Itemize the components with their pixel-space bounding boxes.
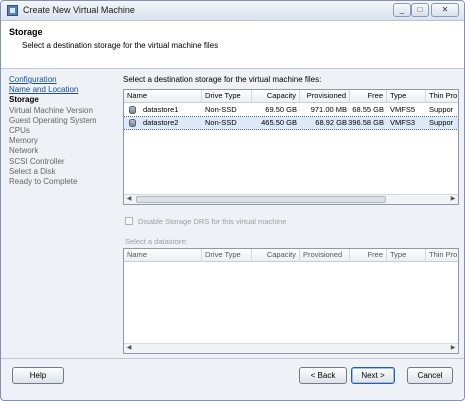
scroll-right-icon[interactable]: ▶	[448, 195, 458, 204]
datastore-horizontal-scrollbar[interactable]: ◀ ▶	[124, 343, 458, 353]
storage-instruction: Select a destination storage for the vir…	[123, 75, 322, 84]
wizard-header: Storage Select a destination storage for…	[1, 21, 464, 69]
step-cpus: CPUs	[9, 125, 30, 135]
column-header-provisioned[interactable]: Provisioned	[300, 249, 350, 262]
minimize-icon: _	[399, 5, 405, 14]
step-configuration[interactable]: Configuration	[9, 75, 119, 85]
column-header-capacity[interactable]: Capacity	[252, 249, 300, 262]
cell-name: datastore1	[143, 105, 179, 114]
maximize-button[interactable]: □	[411, 3, 429, 17]
table-row-selected[interactable]: datastore2 Non-SSD 465.50 GB 68.92 GB 39…	[124, 116, 458, 130]
column-header-type[interactable]: Type	[387, 249, 426, 262]
cell-thin: Suppor	[429, 105, 454, 114]
select-datastore-label: Select a datastore:	[125, 237, 188, 246]
storage-table-header: Name Drive Type Capacity Provisioned Fre…	[124, 90, 458, 103]
page-subtitle: Select a destination storage for the vir…	[22, 41, 219, 50]
scroll-right-icon[interactable]: ▶	[448, 344, 458, 353]
datastore-table: Name Drive Type Capacity Provisioned Fre…	[123, 248, 459, 354]
help-button[interactable]: Help	[12, 367, 64, 384]
column-header-thin[interactable]: Thin Pro	[426, 90, 458, 103]
cell-provisioned: 971.00 MB	[310, 105, 347, 114]
cell-type: VMFS5	[390, 105, 416, 114]
cell-name: datastore2	[143, 118, 179, 127]
column-header-free[interactable]: Free	[350, 249, 387, 262]
disable-sdrs-option: Disable Storage DRS for this virtual mac…	[125, 217, 286, 226]
cell-type: VMFS3	[390, 118, 416, 127]
page-title: Storage	[9, 27, 43, 37]
cancel-button[interactable]: Cancel	[407, 367, 453, 384]
disable-sdrs-label: Disable Storage DRS for this virtual mac…	[138, 217, 287, 226]
cell-free: 396.58 GB	[348, 118, 384, 127]
scroll-left-icon[interactable]: ◀	[124, 344, 134, 353]
next-button[interactable]: Next >	[351, 367, 395, 384]
cell-thin: Suppor	[429, 118, 454, 127]
column-header-name[interactable]: Name	[124, 249, 202, 262]
column-header-drive-type[interactable]: Drive Type	[202, 249, 252, 262]
datastore-icon	[129, 119, 136, 127]
step-guest-os: Guest Operating System	[9, 115, 97, 125]
cell-capacity: 465.50 GB	[261, 118, 297, 127]
storage-horizontal-scrollbar[interactable]: ◀ ▶	[124, 194, 458, 204]
scrollbar-thumb[interactable]	[136, 196, 386, 203]
cell-drive-type: Non-SSD	[205, 118, 237, 127]
column-header-provisioned[interactable]: Provisioned	[300, 90, 350, 103]
cell-capacity: 69.50 GB	[265, 105, 297, 114]
minimize-button[interactable]: _	[393, 3, 411, 17]
datastore-icon	[129, 106, 136, 114]
step-scsi-controller: SCSI Controller	[9, 156, 65, 166]
back-button[interactable]: < Back	[299, 367, 347, 384]
step-select-disk: Select a Disk	[9, 166, 56, 176]
close-button[interactable]: ✕	[431, 3, 459, 17]
column-header-capacity[interactable]: Capacity	[252, 90, 300, 103]
step-ready-to-complete: Ready to Complete	[9, 176, 78, 186]
step-vm-version: Virtual Machine Version	[9, 105, 93, 115]
wizard-steps: Configuration Name and Location Storage …	[9, 75, 119, 187]
step-memory: Memory	[9, 136, 38, 146]
step-storage: Storage	[9, 95, 39, 105]
disable-sdrs-checkbox[interactable]	[125, 217, 133, 225]
column-header-thin[interactable]: Thin Pro	[426, 249, 458, 262]
cell-drive-type: Non-SSD	[205, 105, 237, 114]
column-header-name[interactable]: Name	[124, 90, 202, 103]
column-header-drive-type[interactable]: Drive Type	[202, 90, 252, 103]
footer-divider	[1, 358, 464, 359]
cell-free: 68.55 GB	[352, 105, 384, 114]
window-title: Create New Virtual Machine	[23, 5, 135, 15]
scroll-left-icon[interactable]: ◀	[124, 195, 134, 204]
title-bar: Create New Virtual Machine _ □ ✕	[1, 1, 464, 21]
maximize-icon: □	[417, 5, 423, 14]
table-row[interactable]: datastore1 Non-SSD 69.50 GB 971.00 MB 68…	[124, 104, 458, 116]
step-name-and-location[interactable]: Name and Location	[9, 85, 119, 95]
column-header-type[interactable]: Type	[387, 90, 426, 103]
step-network: Network	[9, 146, 39, 156]
cell-provisioned: 68.92 GB	[315, 118, 347, 127]
vm-app-icon	[7, 5, 18, 16]
storage-table: Name Drive Type Capacity Provisioned Fre…	[123, 89, 459, 205]
column-header-free[interactable]: Free	[350, 90, 387, 103]
close-icon: ✕	[441, 5, 449, 14]
wizard-window: Create New Virtual Machine _ □ ✕ Storage…	[0, 0, 465, 401]
datastore-table-header: Name Drive Type Capacity Provisioned Fre…	[124, 249, 458, 262]
